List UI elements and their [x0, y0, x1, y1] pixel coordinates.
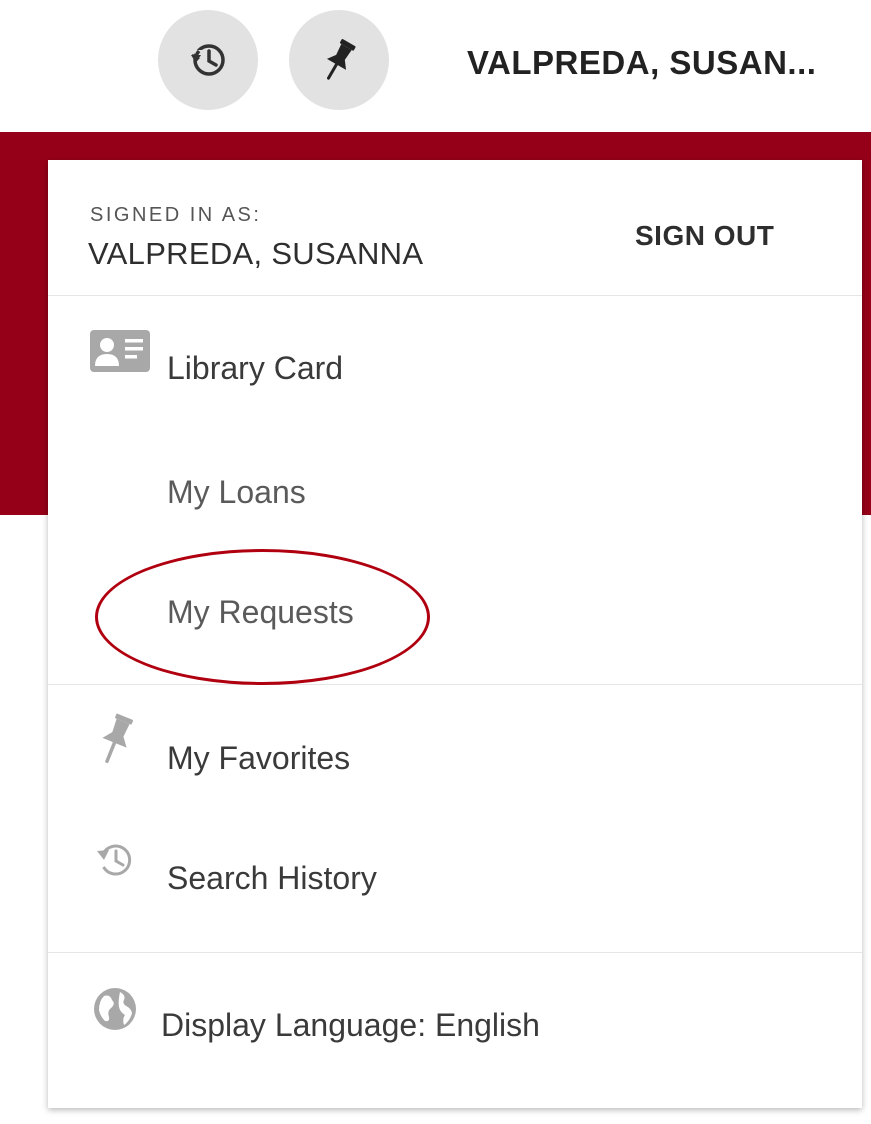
signed-in-name: VALPREDA, SUSANNA — [88, 236, 424, 271]
sign-out-button[interactable]: SIGN OUT — [635, 220, 774, 252]
history-icon — [191, 44, 225, 76]
signed-in-section: SIGNED IN AS: VALPREDA, SUSANNA SIGN OUT — [48, 160, 862, 296]
menu-item-my-loans[interactable]: My Loans — [167, 474, 306, 511]
search-history-button[interactable] — [158, 10, 258, 110]
menu-divider — [48, 684, 862, 685]
signed-in-label: SIGNED IN AS: — [90, 204, 262, 226]
menu-item-search-history[interactable]: Search History — [167, 860, 377, 897]
menu-item-display-language[interactable]: Display Language: English — [161, 1007, 540, 1044]
primo-account-screen: VALPREDA, SUSAN... SIGNED IN AS: VALPRED… — [0, 0, 871, 1124]
library-card-icon — [90, 330, 150, 372]
top-bar: VALPREDA, SUSAN... — [0, 0, 871, 132]
history-icon — [97, 844, 132, 876]
menu-divider — [48, 952, 862, 953]
pin-icon — [102, 713, 134, 764]
globe-icon — [94, 988, 136, 1030]
menu-item-my-requests[interactable]: My Requests — [167, 594, 354, 631]
menu-item-library-card[interactable]: Library Card — [167, 350, 343, 387]
account-menu-panel: SIGNED IN AS: VALPREDA, SUSANNA SIGN OUT… — [48, 160, 862, 1108]
pin-icon — [326, 39, 356, 80]
user-menu-toggle[interactable]: VALPREDA, SUSAN... — [467, 44, 816, 82]
favorites-pin-button[interactable] — [289, 10, 389, 110]
menu-item-my-favorites[interactable]: My Favorites — [167, 740, 350, 777]
